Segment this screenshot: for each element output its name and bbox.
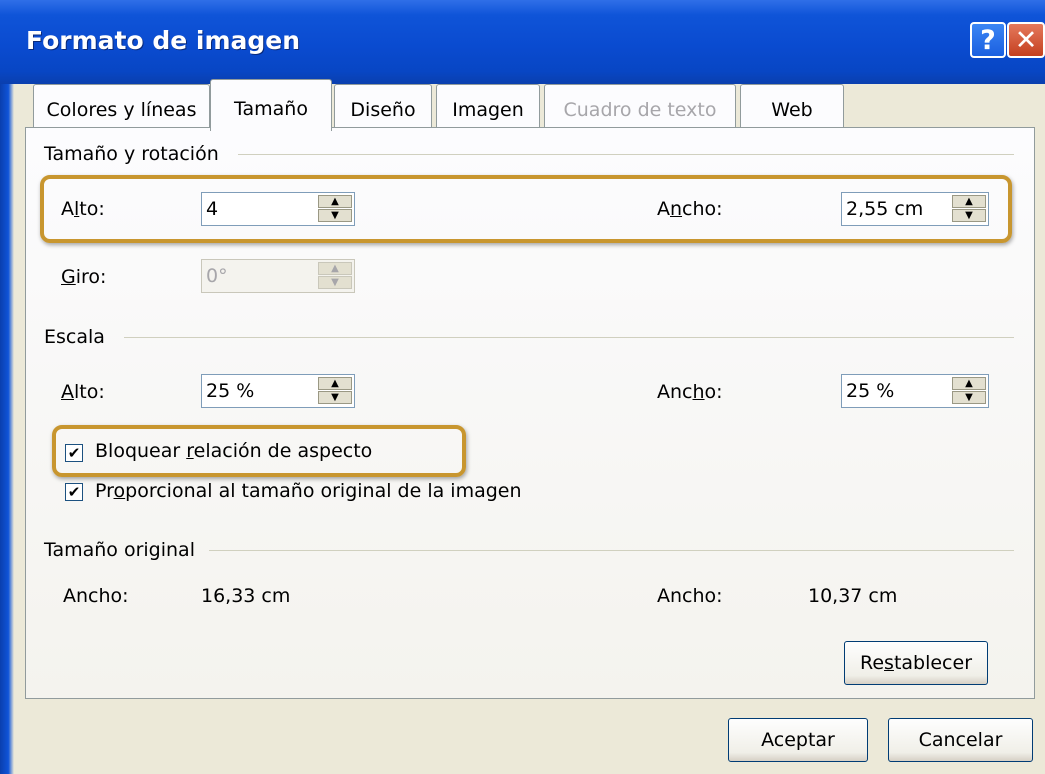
scale-ancho-spinner[interactable]: 25 % ▲ ▼ [841, 374, 989, 408]
original-ancho-1-value: 16,33 cm [201, 585, 291, 607]
cancel-button[interactable]: Cancelar [888, 718, 1033, 762]
scale-alto-spinner[interactable]: 25 % ▲ ▼ [201, 374, 355, 408]
close-icon: ✕ [1014, 24, 1038, 56]
label-scale-ancho: Ancho: [657, 381, 723, 403]
relative-original-checkbox[interactable]: ✔ [65, 483, 83, 501]
scale-ancho-value: 25 % [846, 380, 895, 402]
spin-up-icon: ▲ [318, 262, 352, 275]
tab-label: Diseño [350, 98, 416, 121]
tab-label: Cuadro de texto [563, 98, 717, 121]
label-scale-alto: Alto: [61, 381, 105, 403]
tab-tamano[interactable]: Tamaño [210, 79, 332, 131]
title-bar: Formato de imagen ? ✕ [0, 0, 1045, 84]
tab-imagen[interactable]: Imagen [436, 84, 540, 128]
help-icon: ? [980, 24, 996, 56]
section-label-size-rotation: Tamaño y rotación [44, 143, 219, 165]
tab-web[interactable]: Web [740, 84, 844, 128]
spin-down-icon[interactable]: ▼ [952, 391, 986, 404]
spin-up-icon[interactable]: ▲ [318, 377, 352, 390]
window-frame-left [0, 84, 14, 774]
highlight-size-row [40, 175, 1012, 243]
spin-down-icon: ▼ [318, 276, 352, 289]
label-original-ancho-2: Ancho: [657, 585, 723, 607]
highlight-lock-aspect [52, 425, 466, 477]
relative-original-label: Proporcional al tamaño original de la im… [95, 480, 522, 502]
divider [238, 154, 1014, 155]
tab-diseno[interactable]: Diseño [334, 84, 432, 128]
section-label-original-size: Tamaño original [44, 539, 195, 561]
giro-value: 0° [206, 265, 228, 287]
tab-label: Web [771, 98, 813, 121]
original-ancho-2-value: 10,37 cm [808, 585, 898, 607]
close-button[interactable]: ✕ [1007, 22, 1045, 58]
tab-cuadro-de-texto: Cuadro de texto [544, 84, 736, 128]
ok-button[interactable]: Aceptar [728, 718, 868, 762]
checkmark-icon: ✔ [67, 482, 81, 501]
label-giro: Giro: [61, 266, 107, 288]
giro-spinner: 0° ▲ ▼ [201, 259, 355, 293]
dialog-title: Formato de imagen [26, 26, 301, 55]
tab-label: Imagen [452, 98, 524, 121]
divider [124, 337, 1014, 338]
help-button[interactable]: ? [970, 22, 1006, 58]
reset-button[interactable]: Re s tablecer [844, 641, 988, 685]
spin-down-icon[interactable]: ▼ [318, 391, 352, 404]
tab-label: Colores y líneas [46, 98, 197, 121]
scale-alto-value: 25 % [206, 380, 255, 402]
spin-up-icon[interactable]: ▲ [952, 377, 986, 390]
tab-label: Tamaño [234, 97, 308, 120]
label-original-ancho-1: Ancho: [63, 585, 129, 607]
tab-colores-y-lineas[interactable]: Colores y líneas [33, 84, 210, 128]
section-label-scale: Escala [44, 326, 105, 348]
divider [209, 550, 1014, 551]
